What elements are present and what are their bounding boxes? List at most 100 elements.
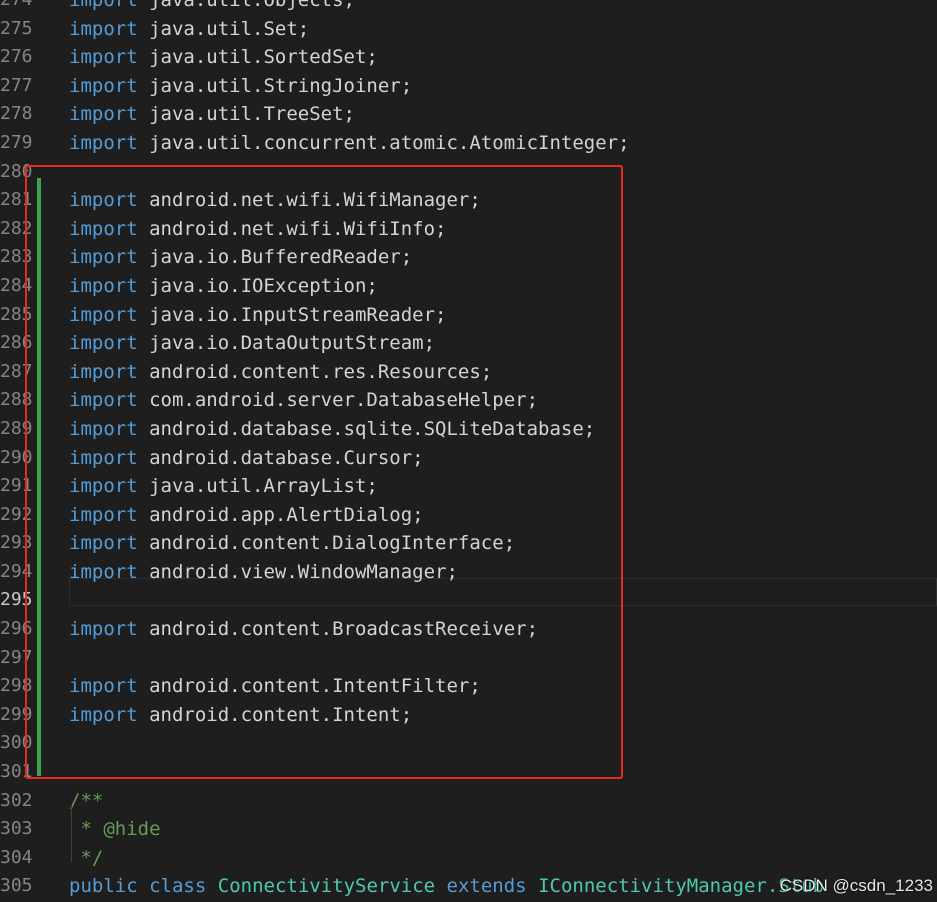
line-number: 276 [0, 46, 33, 68]
keyword-token: import [69, 560, 138, 583]
code-text: import java.io.DataOutputStream; [69, 329, 435, 358]
keyword-token: import [69, 332, 138, 355]
keyword-token: import [69, 274, 138, 297]
code-line[interactable]: 274 import java.util.Objects; [0, 0, 937, 15]
code-text: import java.util.Set; [69, 15, 309, 44]
code-line[interactable]: 294 import android.view.WindowManager; [0, 558, 937, 587]
code-token: java.util.StringJoiner; [137, 74, 413, 97]
code-line[interactable]: 288 import com.android.server.DatabaseHel… [0, 386, 937, 415]
code-text: import java.util.Objects; [69, 0, 355, 15]
line-number: 278 [0, 103, 33, 125]
code-line[interactable]: 303 * @hide [0, 815, 937, 844]
code-line[interactable]: 286 import java.io.DataOutputStream; [0, 329, 937, 358]
line-number: 300 [0, 732, 33, 754]
line-number: 293 [0, 532, 33, 554]
line-number: 283 [0, 246, 33, 268]
code-line[interactable]: 295 [0, 586, 937, 615]
code-line[interactable]: 300 [0, 729, 937, 758]
code-line[interactable]: 290 import android.database.Cursor; [0, 444, 937, 473]
line-number: 275 [0, 17, 33, 39]
line-number: 292 [0, 503, 33, 525]
code-text: */ [69, 844, 103, 873]
code-text: import android.net.wifi.WifiInfo; [69, 215, 447, 244]
code-line[interactable]: 302 /** [0, 787, 937, 816]
line-number: 286 [0, 332, 33, 354]
code-line[interactable]: 287 import android.content.res.Resources; [0, 358, 937, 387]
code-text: import android.content.BroadcastReceiver… [69, 615, 538, 644]
code-token: android.content.Intent; [137, 703, 413, 726]
line-number: 274 [0, 0, 33, 15]
keyword-token: import [69, 131, 138, 154]
code-token: java.util.concurrent.atomic.AtomicIntege… [137, 131, 630, 154]
code-text: /** [69, 787, 103, 816]
code-line[interactable]: 296 import android.content.BroadcastRecei… [0, 615, 937, 644]
code-token: com.android.server.DatabaseHelper; [137, 389, 539, 412]
comment-token: * @hide [69, 818, 161, 841]
code-text: import android.content.res.Resources; [69, 358, 492, 387]
code-text: import java.util.TreeSet; [69, 100, 355, 129]
code-text: import java.io.InputStreamReader; [69, 301, 447, 330]
code-line[interactable]: 280 [0, 158, 937, 187]
line-number: 303 [0, 818, 33, 840]
code-line[interactable]: 276 import java.util.SortedSet; [0, 43, 937, 72]
comment-token: /** [69, 789, 104, 812]
code-token: android.view.WindowManager; [137, 560, 458, 583]
code-line[interactable]: 289 import android.database.sqlite.SQLite… [0, 415, 937, 444]
code-line[interactable]: 299 import android.content.Intent; [0, 701, 937, 730]
code-line[interactable]: 282 import android.net.wifi.WifiInfo; [0, 215, 937, 244]
line-number: 299 [0, 703, 33, 725]
code-text: import android.view.WindowManager; [69, 558, 458, 587]
code-line[interactable]: 304 */ [0, 844, 937, 873]
code-token: android.net.wifi.WifiManager; [137, 189, 481, 212]
keyword-token: import [69, 703, 138, 726]
comment-token: */ [69, 846, 104, 869]
line-number: 297 [0, 646, 33, 668]
code-line[interactable]: 284 import java.io.IOException; [0, 272, 937, 301]
code-editor[interactable]: 274 import java.util.Objects; 275 import ja… [0, 0, 937, 902]
keyword-token: import [69, 360, 138, 383]
code-token: android.net.wifi.WifiInfo; [137, 217, 447, 240]
csdn-watermark: CSDN @csdn_1233 [779, 876, 933, 895]
code-text: import android.content.IntentFilter; [69, 672, 481, 701]
line-number: 296 [0, 618, 33, 640]
code-line[interactable]: 278 import java.util.TreeSet; [0, 100, 937, 129]
keyword-token: import [69, 618, 138, 641]
code-token: java.util.SortedSet; [137, 46, 378, 69]
keyword-token: import [69, 475, 138, 498]
code-token: java.util.Set; [137, 17, 310, 40]
code-line[interactable]: 285 import java.io.InputStreamReader; [0, 301, 937, 330]
code-line[interactable]: 301 [0, 758, 937, 787]
code-line[interactable]: 297 [0, 644, 937, 673]
line-number: 294 [0, 560, 33, 582]
code-text: import android.content.DialogInterface; [69, 529, 515, 558]
keyword-token: import [69, 532, 138, 555]
code-text: import java.io.IOException; [69, 272, 378, 301]
code-lines: 274 import java.util.Objects; 275 import ja… [0, 0, 937, 902]
line-number: 279 [0, 131, 33, 153]
line-number: 277 [0, 74, 33, 96]
code-text: import java.util.ArrayList; [69, 472, 378, 501]
code-line[interactable]: 292 import android.app.AlertDialog; [0, 501, 937, 530]
line-number: 285 [0, 303, 33, 325]
code-line[interactable]: 277 import java.util.StringJoiner; [0, 72, 937, 101]
code-text: import java.util.concurrent.atomic.Atomi… [69, 129, 630, 158]
line-number: 289 [0, 417, 33, 439]
code-line[interactable]: 291 import java.util.ArrayList; [0, 472, 937, 501]
code-line[interactable]: 279 import java.util.concurrent.atomic.At… [0, 129, 937, 158]
keyword-token: import [69, 217, 138, 240]
keyword-token: import [69, 446, 138, 469]
code-text: import android.database.Cursor; [69, 444, 424, 473]
code-line[interactable]: 283 import java.io.BufferedReader; [0, 243, 937, 272]
code-line[interactable]: 293 import android.content.DialogInterfac… [0, 529, 937, 558]
line-number: 284 [0, 274, 33, 296]
code-text: import java.util.SortedSet; [69, 43, 378, 72]
code-token: android.content.IntentFilter; [137, 675, 481, 698]
code-line[interactable]: 281 import android.net.wifi.WifiManager; [0, 186, 937, 215]
line-number: 290 [0, 446, 33, 468]
code-line[interactable]: 275 import java.util.Set; [0, 15, 937, 44]
code-line[interactable]: 298 import android.content.IntentFilter; [0, 672, 937, 701]
code-token: java.io.InputStreamReader; [137, 303, 447, 326]
line-number: 281 [0, 189, 33, 211]
